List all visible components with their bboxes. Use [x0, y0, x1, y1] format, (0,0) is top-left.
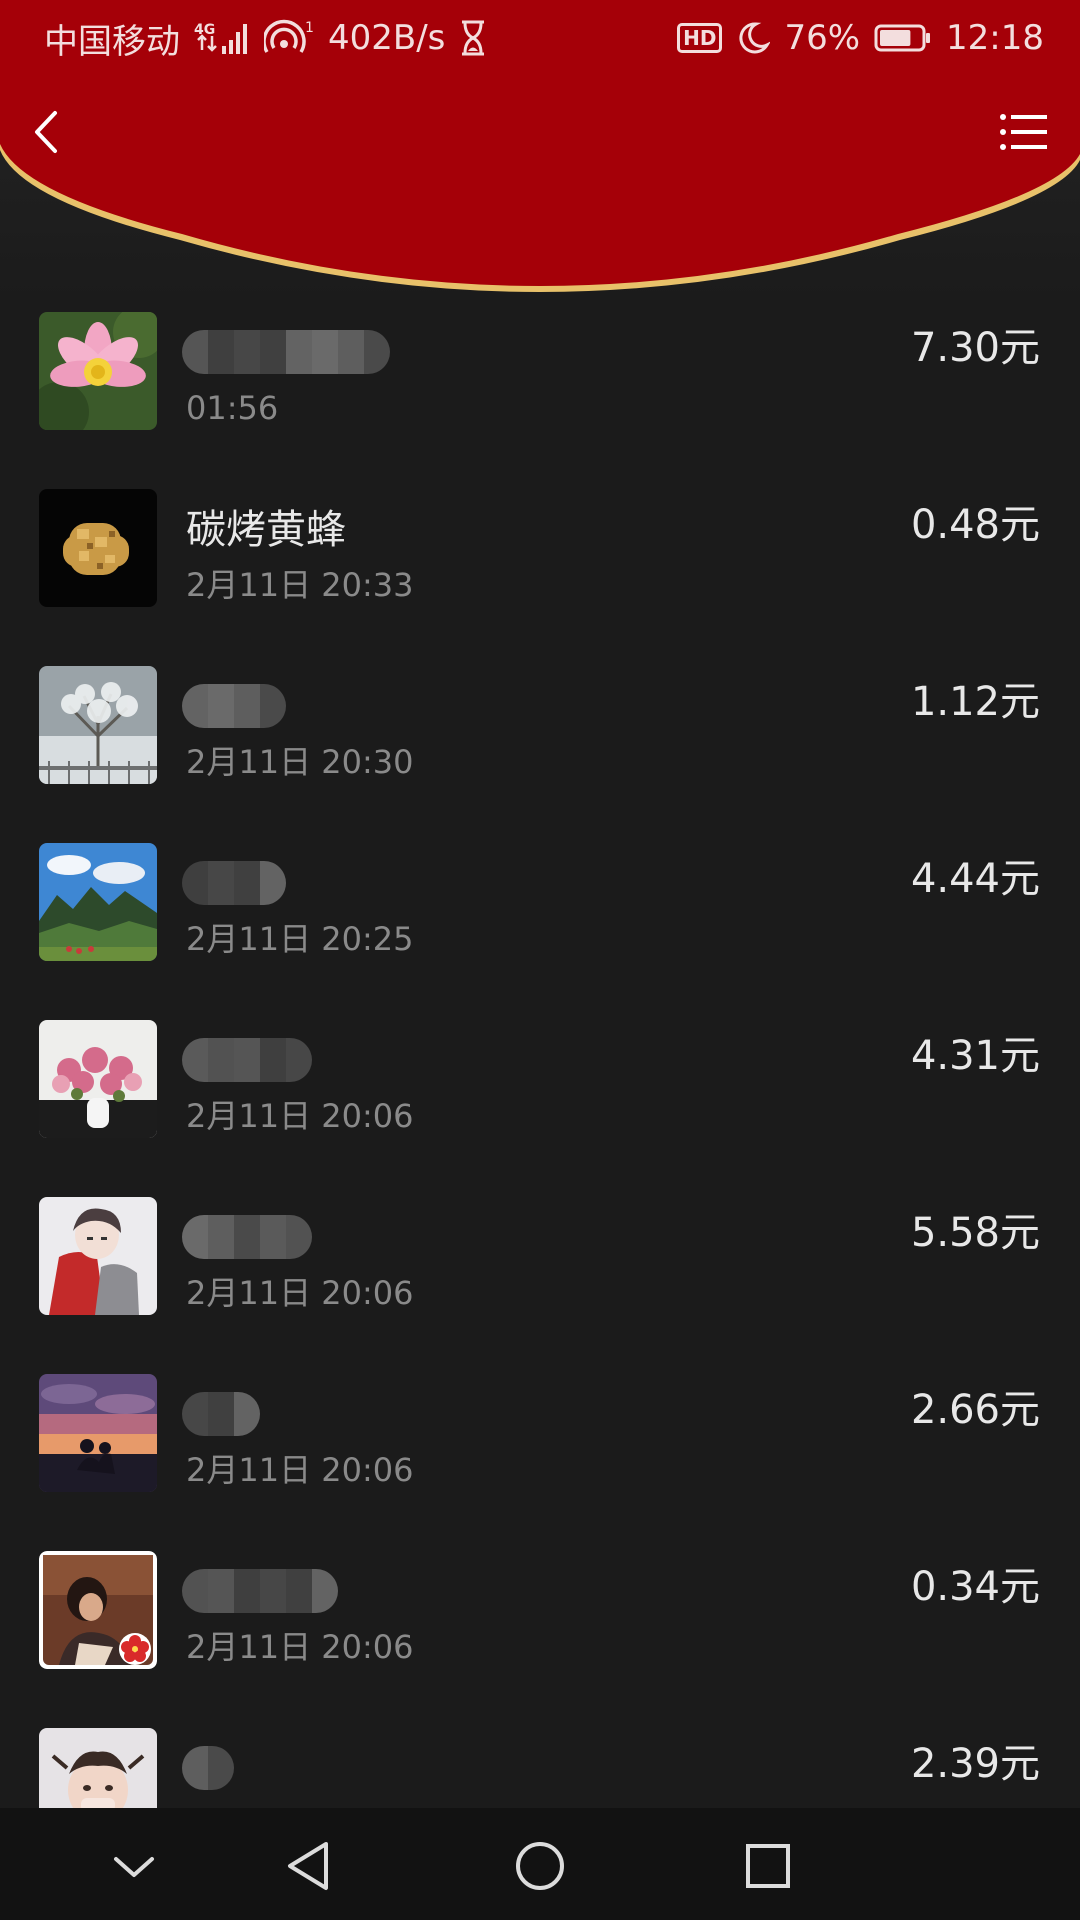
- amount: 0.34元: [910, 1564, 1040, 1610]
- battery-percent: 76%: [784, 18, 861, 58]
- carrier-name: 中国移动: [44, 21, 180, 62]
- avatar: [39, 1728, 157, 1808]
- avatar-image: [39, 1551, 157, 1669]
- avatar: [39, 843, 157, 961]
- nav-recents-button[interactable]: [738, 1836, 798, 1896]
- back-triangle-icon: [288, 1842, 328, 1890]
- amount: 4.44元: [910, 856, 1040, 902]
- chevron-left-icon: [35, 111, 57, 153]
- amount: 2.66元: [910, 1387, 1040, 1433]
- home-circle-icon: [516, 1842, 564, 1890]
- amount: 4.31元: [910, 1033, 1040, 1079]
- list-item[interactable]: 2月11日 20:06 4.31元: [0, 1008, 1080, 1185]
- avatar-image: [39, 1374, 157, 1492]
- blurred-name: [182, 1215, 312, 1259]
- avatar-image: [39, 489, 157, 607]
- avatar-image: [39, 666, 157, 784]
- list-item[interactable]: 01:56 7.30元: [0, 300, 1080, 477]
- amount: 5.58元: [910, 1210, 1040, 1256]
- status-right: HD 76% 12:18: [677, 18, 1044, 58]
- blurred-name: [182, 861, 286, 905]
- blurred-name: [182, 1569, 338, 1613]
- avatar-image: [39, 843, 157, 961]
- hourglass-icon: [462, 20, 485, 56]
- hotspot-icon: 1: [264, 19, 314, 53]
- blurred-name: [182, 1746, 234, 1790]
- collapse-button[interactable]: [104, 1836, 164, 1896]
- status-left: 中国移动 4G 1 402B/s: [44, 14, 487, 63]
- system-navigation-bar: [0, 1808, 1080, 1920]
- hd-icon: HD: [677, 23, 723, 53]
- avatar: [39, 1020, 157, 1138]
- menu-button[interactable]: [996, 106, 1052, 158]
- record-time: 01:56: [186, 389, 279, 427]
- avatar-image: [39, 312, 157, 430]
- amount: 2.39元: [910, 1741, 1040, 1787]
- avatar-image: [39, 1728, 157, 1808]
- amount: 0.48元: [910, 502, 1040, 548]
- moon-icon: [739, 22, 771, 54]
- list-item[interactable]: 碳烤黄蜂 2月11日 20:33 0.48元: [0, 477, 1080, 654]
- amount: 7.30元: [910, 325, 1040, 371]
- amount: 1.12元: [910, 679, 1040, 725]
- blurred-name: [182, 1038, 312, 1082]
- record-time: 2月11日 20:06: [186, 1274, 414, 1312]
- header: 中国移动 4G 1 402B/s HD 76% 12:18: [0, 0, 1080, 300]
- avatar-image: [39, 1197, 157, 1315]
- avatar: [39, 666, 157, 784]
- list-item[interactable]: 2月11日 20:062.39元: [0, 1716, 1080, 1808]
- recents-square-icon: [746, 1844, 790, 1888]
- list-item[interactable]: 2月11日 20:25 4.44元: [0, 831, 1080, 1008]
- list-item[interactable]: 2月11日 20:06 5.58元: [0, 1185, 1080, 1362]
- avatar-image: [39, 1020, 157, 1138]
- collapse-icon: [114, 1857, 154, 1877]
- screen: 中国移动 4G 1 402B/s HD 76% 12:18 01:56 7.30…: [0, 0, 1080, 1920]
- avatar: [39, 1197, 157, 1315]
- network-type: 4G: [194, 22, 215, 38]
- record-time: 2月11日 20:30: [186, 743, 414, 781]
- nav-home-button[interactable]: [510, 1836, 570, 1896]
- blurred-name: [182, 684, 286, 728]
- list-item[interactable]: 2月11日 20:06 0.34元: [0, 1539, 1080, 1716]
- title-bar: [0, 96, 1080, 168]
- record-time: 2月11日 20:33: [186, 566, 414, 604]
- list-item[interactable]: 2月11日 20:06 2.66元: [0, 1362, 1080, 1539]
- blurred-name: [182, 1392, 260, 1436]
- clock: 12:18: [946, 18, 1044, 58]
- record-time: 2月11日 20:25: [186, 920, 414, 958]
- avatar: [39, 312, 157, 430]
- list-item[interactable]: 2月11日 20:30 1.12元: [0, 654, 1080, 831]
- red-packet-record-list[interactable]: 01:56 7.30元碳烤黄蜂 2月11日 20:33 0.48元 2月11日 20:3…: [0, 300, 1080, 1808]
- list-menu-icon: [1000, 114, 1047, 150]
- record-time: 2月11日 20:06: [186, 1628, 414, 1666]
- sender-name: 碳烤黄蜂: [186, 507, 346, 553]
- record-time: 2月11日 20:06: [186, 1451, 414, 1489]
- avatar: [39, 1374, 157, 1492]
- net-speed: 402B/s: [328, 18, 446, 58]
- blurred-name: [182, 330, 390, 374]
- avatar: [39, 489, 157, 607]
- status-bar: 中国移动 4G 1 402B/s HD 76% 12:18: [0, 0, 1080, 76]
- back-button[interactable]: [18, 104, 74, 160]
- avatar: [39, 1551, 157, 1669]
- signal-4g-icon: 4G: [194, 22, 247, 54]
- battery-icon: [874, 24, 931, 52]
- record-time: 2月11日 20:06: [186, 1097, 414, 1135]
- nav-back-button[interactable]: [278, 1836, 338, 1896]
- hotspot-count: 1: [305, 20, 314, 36]
